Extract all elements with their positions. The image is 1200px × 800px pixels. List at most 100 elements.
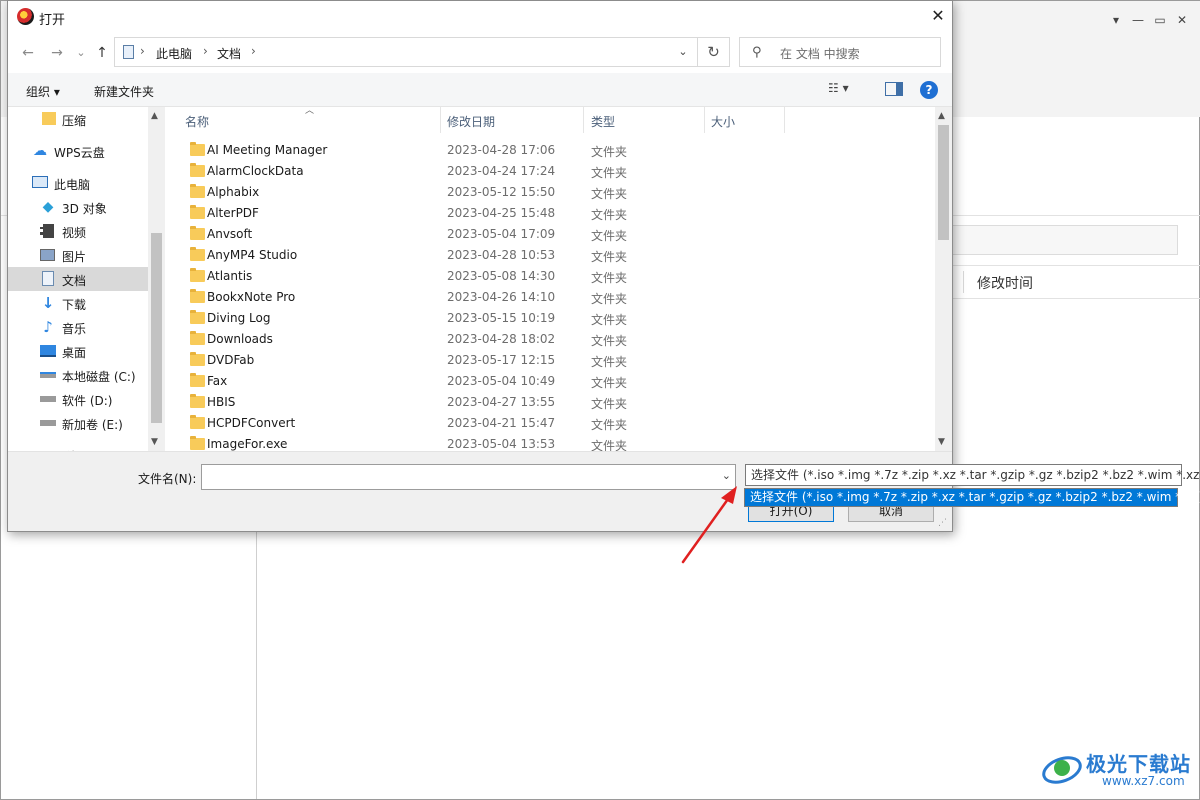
menu-dropdown-icon[interactable]: ▾ [1107,11,1125,29]
column-type[interactable]: 类型 [591,113,615,130]
file-row[interactable]: Atlantis 2023-05-08 14:30 文件夹 [165,266,935,287]
file-row[interactable]: AlterPDF 2023-04-25 15:48 文件夹 [165,203,935,224]
forward-arrow-icon[interactable]: → [47,43,67,63]
file-list-scroll-thumb[interactable] [938,125,949,240]
watermark-title: 极光下载站 [1086,752,1191,776]
file-row[interactable]: HBIS 2023-04-27 13:55 文件夹 [165,392,935,413]
folder-icon [190,436,205,450]
file-name: HBIS [207,395,236,409]
maximize-icon[interactable]: ▭ [1151,11,1169,29]
sidebar-item-documents[interactable]: 文档 [8,267,148,291]
sidebar-item-music[interactable]: ♪ 音乐 [8,315,148,339]
sort-ascending-icon: ︿ [305,107,315,116]
sidebar-item-label: 3D 对象 [62,202,107,216]
file-row[interactable]: AI Meeting Manager 2023-04-28 17:06 文件夹 [165,140,935,161]
sidebar-item-label: 此电脑 [54,178,91,192]
new-folder-button[interactable]: 新建文件夹 [94,83,154,100]
file-date: 2023-05-12 15:50 [447,185,556,199]
organize-menu-button[interactable]: 组织 ▾ [26,83,60,100]
filename-input[interactable]: ⌄ [201,464,736,490]
file-row[interactable]: DVDFab 2023-05-17 12:15 文件夹 [165,350,935,371]
folder-icon [190,310,205,324]
column-size[interactable]: 大小 [711,113,735,130]
sidebar-item-videos[interactable]: 视频 [8,219,148,243]
search-input[interactable]: ⚲ 在 文档 中搜索 [739,37,941,67]
sidebar-item-label: WPS云盘 [54,146,105,160]
close-icon[interactable]: ✕ [1173,11,1191,29]
sidebar-item-wps-cloud[interactable]: ☁ WPS云盘 [8,139,148,163]
sidebar-item-drive-d[interactable]: 软件 (D:) [8,387,148,411]
sidebar-item-label: 新加卷 (E:) [62,418,123,432]
file-row[interactable]: Downloads 2023-04-28 18:02 文件夹 [165,329,935,350]
sidebar-item-compressed[interactable]: 压缩 [8,107,148,131]
file-row[interactable]: AnyMP4 Studio 2023-04-28 10:53 文件夹 [165,245,935,266]
file-type-option[interactable]: 选择文件 (*.iso *.img *.7z *.zip *.xz *.tar … [744,488,1200,507]
minimize-icon[interactable]: — [1129,11,1147,29]
cloud-icon: ☁ [33,143,47,159]
column-divider[interactable] [784,107,785,133]
file-type-select[interactable]: 选择文件 (*.iso *.img *.7z *.zip *.xz *.tar … [745,464,1200,486]
sidebar-item-network[interactable]: ◍ 网络 [8,443,148,451]
column-divider[interactable] [583,107,584,133]
breadcrumb-this-pc[interactable]: 此电脑 [156,45,192,62]
chevron-down-icon[interactable]: ⌄ [673,42,693,62]
sidebar-scrollbar[interactable]: ▲ ▼ [148,107,165,451]
dialog-close-button[interactable]: ✕ [926,5,950,29]
column-name[interactable]: 名称 [185,113,209,130]
file-name: ImageFor.exe [207,437,288,451]
column-divider[interactable] [704,107,705,133]
file-row[interactable]: AlarmClockData 2023-04-24 17:24 文件夹 [165,161,935,182]
file-type: 文件夹 [591,145,628,159]
background-input[interactable] [941,225,1178,255]
file-row[interactable]: ImageFor.exe 2023-05-04 13:53 文件夹 [165,434,935,451]
sidebar-item-drive-e[interactable]: 新加卷 (E:) [8,411,148,435]
drive-icon [40,420,56,426]
preview-pane-icon[interactable] [885,82,903,96]
file-list-scrollbar[interactable]: ▲ ▼ [935,107,952,451]
sidebar-item-desktop[interactable]: 桌面 [8,339,148,363]
folder-icon [42,112,56,125]
dialog-titlebar: 打开 ✕ [8,1,952,33]
scroll-up-icon[interactable]: ▲ [151,111,158,121]
sidebar-item-label: 桌面 [62,346,87,360]
recent-locations-icon[interactable]: ⌄ [71,43,91,63]
drive-icon [40,396,56,402]
help-icon[interactable]: ? [920,81,938,99]
sidebar-item-pictures[interactable]: 图片 [8,243,148,267]
file-row[interactable]: Anvsoft 2023-05-04 17:09 文件夹 [165,224,935,245]
folder-icon [190,352,205,366]
file-row[interactable]: HCPDFConvert 2023-04-21 15:47 文件夹 [165,413,935,434]
scroll-up-icon[interactable]: ▲ [938,111,945,121]
music-icon: ♪ [43,318,53,336]
column-date-modified[interactable]: 修改日期 [447,113,495,130]
sidebar-item-drive-c[interactable]: 本地磁盘 (C:) [8,363,148,387]
file-date: 2023-05-17 12:15 [447,353,556,367]
back-arrow-icon[interactable]: ← [18,43,38,63]
address-bar[interactable]: › 此电脑 › 文档 › ⌄ [114,37,698,67]
file-date: 2023-04-24 17:24 [447,164,556,178]
view-options-button[interactable]: ☷ ▾ [828,81,868,99]
resize-grip-icon[interactable]: ⋰ [938,518,947,528]
scroll-down-icon[interactable]: ▼ [151,437,158,447]
column-divider[interactable] [440,107,441,133]
file-name: Anvsoft [207,227,253,241]
sidebar-item-downloads[interactable]: ↓ 下载 [8,291,148,315]
file-date: 2023-04-21 15:47 [447,416,556,430]
sidebar-scroll-thumb[interactable] [151,233,162,423]
sidebar-item-this-pc[interactable]: 此电脑 [8,171,148,195]
sidebar-item-3d-objects[interactable]: ◆ 3D 对象 [8,195,148,219]
file-row[interactable]: Diving Log 2023-05-15 10:19 文件夹 [165,308,935,329]
folder-icon [190,205,205,219]
breadcrumb-documents[interactable]: 文档 [217,45,241,62]
file-date: 2023-04-28 17:06 [447,143,556,157]
scroll-down-icon[interactable]: ▼ [938,437,945,447]
up-arrow-icon[interactable]: ↑ [92,43,112,63]
file-row[interactable]: BookxNote Pro 2023-04-26 14:10 文件夹 [165,287,935,308]
file-row[interactable]: Fax 2023-05-04 10:49 文件夹 [165,371,935,392]
file-type: 文件夹 [591,355,628,369]
column-modified-time[interactable]: 修改时间 [977,273,1033,293]
refresh-button[interactable]: ↻ [698,37,730,67]
file-row[interactable]: Alphabix 2023-05-12 15:50 文件夹 [165,182,935,203]
file-type: 文件夹 [591,271,628,285]
navigation-bar: ← → ⌄ ↑ › 此电脑 › 文档 › ⌄ ↻ ⚲ 在 文档 中搜索 [8,33,952,73]
